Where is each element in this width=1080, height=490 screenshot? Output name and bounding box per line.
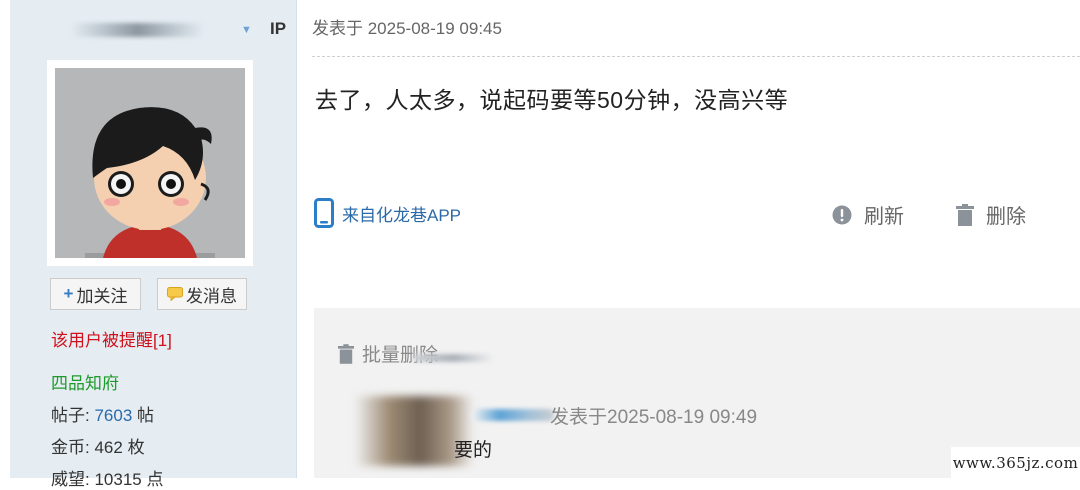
posts-count-link[interactable]: 7603 [94, 406, 132, 425]
blurred-strip [414, 354, 494, 362]
message-button-label: 发消息 [186, 286, 237, 306]
comment-username-blurred[interactable] [472, 409, 554, 421]
comment-time: 发表于2025-08-19 09:49 [550, 407, 758, 428]
trash-icon [338, 343, 354, 364]
refresh-label: 刷新 [864, 206, 904, 228]
trash-icon [956, 203, 974, 226]
delete-button[interactable]: 删除 [956, 200, 1026, 229]
source-app-link[interactable]: 来自化龙巷APP [314, 198, 461, 228]
delete-label: 删除 [986, 206, 1026, 228]
follow-button-label: 加关注 [76, 286, 128, 306]
user-rank: 四品知府 [51, 374, 119, 393]
plus-icon: + [63, 284, 74, 303]
post-time: 发表于 2025-08-19 09:45 [312, 19, 502, 38]
watermark: www.365jz.com [951, 447, 1080, 478]
avatar-image [55, 68, 245, 258]
chevron-down-icon[interactable]: ▼ [241, 24, 252, 36]
prestige-unit: 点 [146, 470, 164, 489]
user-warning-link[interactable]: 该用户被提醒[1] [51, 326, 172, 351]
coins-label: 金币: [51, 438, 90, 457]
user-header: ▼ IP [10, 14, 296, 44]
prestige-label: 威望: [51, 470, 90, 489]
alert-circle-icon [832, 205, 852, 224]
mobile-phone-icon [314, 198, 334, 228]
post-body: 去了，人太多，说起码要等50分钟，没高兴等 [315, 87, 789, 113]
coins-unit: 枚 [127, 438, 145, 457]
source-app-label: 来自化龙巷APP [342, 205, 462, 225]
ip-label: IP [270, 19, 287, 38]
posts-label: 帖子: [51, 406, 90, 425]
username-blurred[interactable] [70, 23, 205, 37]
posts-unit: 帖 [137, 406, 155, 425]
avatar[interactable] [47, 60, 253, 266]
coins-value: 462 [94, 438, 123, 457]
message-icon [167, 287, 183, 301]
message-button[interactable]: 发消息 [157, 278, 247, 310]
comment-text: 要的 [454, 440, 493, 461]
posts-stat: 帖子: 7603 帖 [51, 401, 154, 426]
prestige-value: 10315 [94, 470, 142, 489]
post-divider [312, 56, 1080, 57]
coins-stat: 金币: 462 枚 [51, 433, 145, 458]
user-sidebar: ▼ IP + 加关注 发消息 该用户被提醒[1] 四品知府 帖子: 7603 帖… [10, 0, 297, 489]
refresh-button[interactable]: 刷新 [832, 200, 904, 229]
follow-button[interactable]: + 加关注 [50, 278, 141, 310]
